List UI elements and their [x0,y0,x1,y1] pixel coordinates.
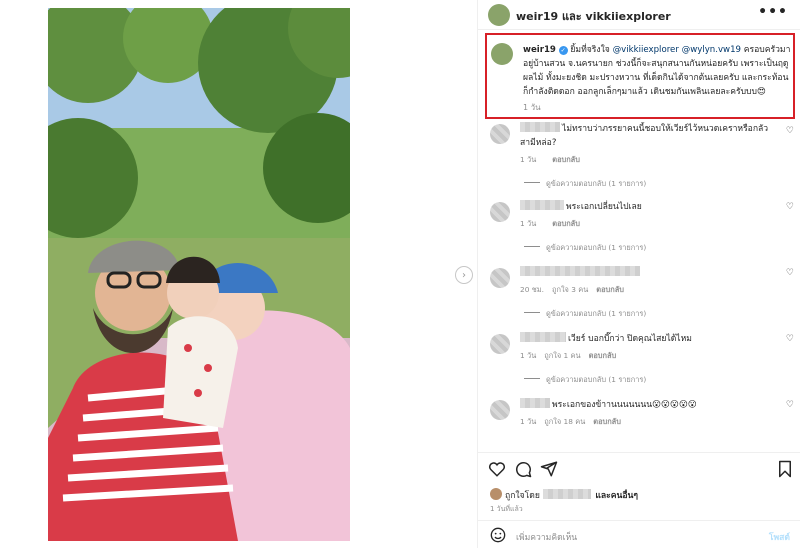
view-replies-label: ดูข้อความตอบกลับ (1 รายการ) [546,309,647,318]
add-comment-bar: เพิ่มความคิดเห็น โพสต์ [478,520,800,548]
actions-divider [478,452,800,453]
view-replies-button[interactable]: ดูข้อความตอบกลับ (1 รายการ) [524,374,646,386]
blurred-username[interactable] [520,122,560,132]
comment-like-icon[interactable]: ♡ [786,268,794,278]
view-replies-label: ดูข้อความตอบกลับ (1 รายการ) [546,179,647,188]
reply-button[interactable]: ตอบกลับ [593,417,621,426]
mention-link[interactable]: @wylyn.vw19 [682,45,741,55]
next-media-button[interactable]: › [455,266,473,284]
bookmark-icon[interactable] [776,460,794,478]
comment-body: พระเอกของข้าานนนนนนน😮😮😮😮😮 [552,400,697,410]
comment-meta: 1 วัน ถูกใจ 1 คน ตอบกลับ [520,350,624,362]
comment-likes[interactable]: ถูกใจ 3 คน [552,285,588,294]
verified-icon: ✓ [558,46,568,55]
comment-body: เวียร์ บอกบี๊กว่า ปิดคุณไสยได้ไหม [568,334,692,344]
caption-body: ยิ้มที่จริงใจ [570,45,613,55]
caption-time: 1 วัน [523,103,541,112]
avatar[interactable] [491,43,513,65]
blurred-username[interactable] [520,200,564,210]
comment-time: 20 ชม. [520,285,544,294]
comment-body: พระเอกเปลี่ยนไปเลย [566,202,642,212]
media-panel: › [0,0,478,548]
post-comment-button[interactable]: โพสต์ [769,530,790,544]
liked-by-suffix: และคนอื่นๆ [595,491,639,501]
caption-highlight: weir19 ✓ ยิ้มที่จริงใจ @vikkiiexplorer @… [485,33,795,119]
avatar[interactable] [490,334,510,354]
caption-username[interactable]: weir19 [523,45,556,55]
divider [524,312,540,313]
divider [524,182,540,183]
blurred-username [542,489,591,499]
view-replies-button[interactable]: ดูข้อความตอบกลับ (1 รายการ) [524,308,646,320]
comment-likes[interactable]: ถูกใจ 18 คน [544,417,585,426]
comment-text [520,266,772,280]
reply-button[interactable]: ตอบกลับ [596,285,624,294]
comment-time: 1 วัน [520,219,537,228]
comment-meta: 1 วัน ตอบกลับ [520,218,588,230]
blurred-username[interactable] [520,332,566,342]
avatar[interactable] [490,124,510,144]
post-header: weir19 และ vikkiiexplorer ••• [478,0,800,30]
comment-like-icon[interactable]: ♡ [786,400,794,410]
comment-meta: 1 วัน ถูกใจ 18 คน ตอบกลับ [520,416,629,428]
comment-like-icon[interactable]: ♡ [786,202,794,212]
comment-meta: 1 วัน ตอบกลับ [520,154,588,166]
post-photo [48,8,350,541]
comment-input[interactable]: เพิ่มความคิดเห็น [516,530,577,544]
comment-like-icon[interactable]: ♡ [786,334,794,344]
comment-icon[interactable] [514,460,532,478]
more-options-icon[interactable]: ••• [758,4,788,20]
comment-likes[interactable]: ถูกใจ 1 คน [544,351,580,360]
post-timestamp: 1 วันที่แล้ว [490,505,523,513]
chevron-right-icon: › [462,269,466,281]
comment-like-icon[interactable]: ♡ [786,126,794,136]
caption-text: weir19 ✓ ยิ้มที่จริงใจ @vikkiiexplorer @… [523,43,793,99]
comment-time: 1 วัน [520,155,537,164]
divider [524,378,540,379]
reply-button[interactable]: ตอบกลับ [552,155,580,164]
avatar[interactable] [490,400,510,420]
avatar[interactable] [488,4,510,26]
comment-text: พระเอกของข้าานนนนนนน😮😮😮😮😮 [520,398,772,412]
blurred-username[interactable] [520,398,550,408]
view-replies-label: ดูข้อความตอบกลับ (1 รายการ) [546,375,647,384]
comment-meta: 20 ชม. ถูกใจ 3 คน ตอบกลับ [520,284,632,296]
avatar[interactable] [490,268,510,288]
view-replies-button[interactable]: ดูข้อความตอบกลับ (1 รายการ) [524,242,646,254]
post-detail-panel: weir19 และ vikkiiexplorer ••• weir19 ✓ ย… [478,0,800,548]
liked-by[interactable]: ถูกใจโดย และคนอื่นๆ [490,488,638,502]
blurred-username[interactable] [520,266,640,276]
reply-button[interactable]: ตอบกลับ [589,351,617,360]
heart-icon[interactable] [488,460,506,478]
comment-time: 1 วัน [520,351,537,360]
avatar[interactable] [490,202,510,222]
mention-link[interactable]: @vikkiiexplorer [613,45,679,55]
reply-button[interactable]: ตอบกลับ [552,219,580,228]
view-replies-button[interactable]: ดูข้อความตอบกลับ (1 รายการ) [524,178,646,190]
avatar [490,488,502,500]
comment-text: พระเอกเปลี่ยนไปเลย [520,200,772,214]
view-replies-label: ดูข้อความตอบกลับ (1 รายการ) [546,243,647,252]
liked-by-prefix: ถูกใจโดย [505,491,540,501]
post-author-title[interactable]: weir19 และ vikkiiexplorer [516,7,671,25]
divider [524,246,540,247]
comment-text: ไม่ทราบว่าภรรยาคนนี้ชอบให้เวียร์ไว้หนวดเ… [520,122,772,150]
emoji-icon[interactable] [490,527,506,543]
comment-time: 1 วัน [520,417,537,426]
comment-text: เวียร์ บอกบี๊กว่า ปิดคุณไสยได้ไหม [520,332,772,346]
share-icon[interactable] [540,460,558,478]
